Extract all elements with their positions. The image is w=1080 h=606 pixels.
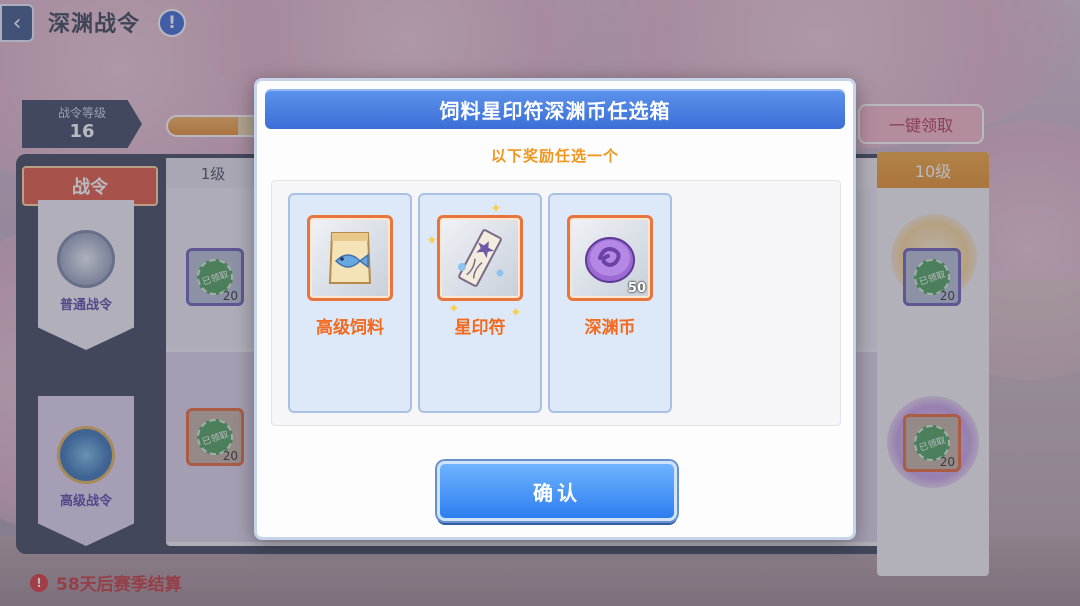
star-talisman-icon [437, 215, 523, 301]
option-quantity: 50 [627, 281, 646, 296]
abyss-coin-icon: 50 [567, 215, 653, 301]
reward-option-advanced-feed[interactable]: 高级饲料 [288, 193, 412, 413]
fish-feed-bag-icon [307, 215, 393, 301]
reward-option-abyss-coin[interactable]: 50 深渊币 [548, 193, 672, 413]
option-name: 星印符 [454, 318, 506, 338]
confirm-button[interactable]: 确认 [437, 461, 677, 521]
option-name: 深渊币 [584, 318, 636, 338]
dialog-subtitle: 以下奖励任选一个 [490, 147, 619, 165]
selection-box-dialog: 饲料星印符深渊币任选箱 以下奖励任选一个 高级饲料 ✦ ✦ ✦ ✦ 星印符 50… [254, 78, 856, 540]
option-name: 高级饲料 [316, 318, 384, 338]
dialog-title: 饲料星印符深渊币任选箱 [265, 89, 845, 129]
reward-options-panel: 高级饲料 ✦ ✦ ✦ ✦ 星印符 50 深渊币 [271, 180, 841, 426]
reward-option-star-talisman[interactable]: ✦ ✦ ✦ ✦ 星印符 [418, 193, 542, 413]
sparkle-icon: ✦ [426, 233, 438, 249]
